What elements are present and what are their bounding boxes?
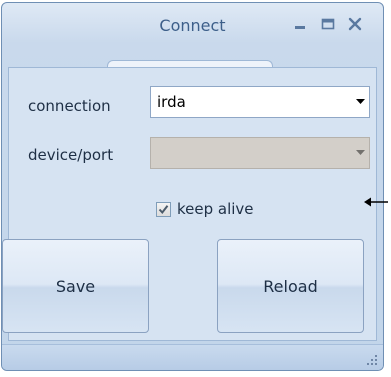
checkmark-icon xyxy=(158,204,169,214)
connect-window: Connect connection irda device/port keep… xyxy=(1,2,384,371)
connect-panel: connection irda device/port keep alive S… xyxy=(2,67,377,341)
connection-label: connection xyxy=(28,97,111,115)
keep-alive-label: keep alive xyxy=(177,200,254,218)
chevron-down-icon xyxy=(351,138,369,168)
save-button[interactable]: Save xyxy=(2,239,149,333)
minimize-button[interactable] xyxy=(289,13,311,35)
title-bar[interactable]: Connect xyxy=(2,3,383,60)
keep-alive-checkbox[interactable] xyxy=(156,201,171,217)
device-port-label: device/port xyxy=(28,146,114,164)
resize-grip-icon[interactable] xyxy=(366,354,378,366)
maximize-icon xyxy=(321,18,335,30)
connection-dropdown[interactable]: irda xyxy=(150,86,370,118)
close-button[interactable] xyxy=(344,13,366,35)
device-port-dropdown xyxy=(150,137,370,169)
maximize-button[interactable] xyxy=(317,13,339,35)
chevron-down-icon[interactable] xyxy=(351,87,369,117)
status-bar xyxy=(2,344,383,370)
left-arrow-icon xyxy=(364,197,388,207)
connection-value: irda xyxy=(157,93,186,111)
keep-alive-option[interactable]: keep alive xyxy=(156,200,254,218)
minimize-icon xyxy=(295,26,305,29)
reload-button[interactable]: Reload xyxy=(217,239,364,333)
close-icon xyxy=(348,17,362,31)
